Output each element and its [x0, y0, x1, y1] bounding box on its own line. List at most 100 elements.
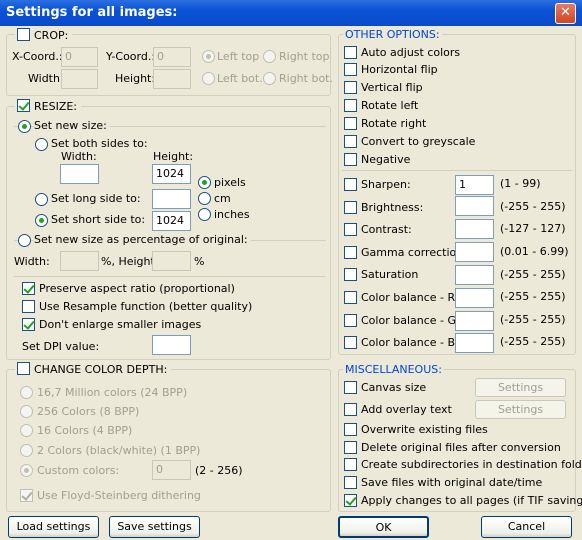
resize-width-label: Width: — [61, 150, 97, 163]
saturation-range: (-255 - 255) — [500, 268, 566, 281]
bpp1-radio[interactable] — [20, 444, 33, 457]
long-side-input[interactable] — [152, 189, 191, 209]
balance-r-checkbox[interactable] — [344, 291, 357, 304]
gamma-checkbox[interactable] — [344, 246, 357, 259]
saturation-label: Saturation — [361, 268, 419, 281]
crop-height-input[interactable] — [153, 69, 191, 89]
short-side-radio[interactable] — [35, 214, 48, 227]
overlay-settings-button[interactable]: Settings — [475, 400, 566, 419]
other-options-divider — [342, 170, 572, 171]
resize-height-input[interactable]: 1024 — [152, 164, 191, 184]
ycoord-input[interactable]: 0 — [153, 47, 191, 67]
save-settings-button[interactable]: Save settings — [109, 516, 200, 538]
xcoord-label: X-Coord.: — [12, 50, 63, 63]
load-settings-button[interactable]: Load settings — [8, 516, 99, 538]
resample-checkbox[interactable] — [22, 300, 35, 313]
long-side-radio[interactable] — [35, 193, 48, 206]
canvas-settings-button[interactable]: Settings — [475, 378, 566, 397]
pct-unit: % — [194, 255, 205, 268]
balance-g-input[interactable] — [455, 311, 494, 331]
custom-colors-input[interactable]: 0 — [152, 460, 191, 480]
custom-colors-radio[interactable] — [20, 464, 33, 477]
dithering-label: Use Floyd-Steinberg dithering — [37, 489, 201, 502]
save-date-label: Save files with original date/time — [361, 476, 543, 489]
vflip-label: Vertical flip — [361, 81, 423, 94]
crop-right-bot-label: Right bot. — [279, 72, 333, 85]
both-sides-label: Set both sides to: — [51, 137, 148, 150]
pct-height-input[interactable] — [152, 251, 191, 271]
pct-height-label: %, Height: — [101, 255, 159, 268]
dithering-checkbox[interactable] — [20, 489, 33, 502]
overwrite-checkbox[interactable] — [344, 423, 357, 436]
resize-legend: RESIZE: — [15, 99, 82, 113]
pixels-radio[interactable] — [198, 176, 211, 189]
resize-options-line — [14, 276, 326, 277]
bpp4-radio[interactable] — [20, 424, 33, 437]
resize-title: RESIZE: — [34, 100, 78, 113]
rotate-left-checkbox[interactable] — [344, 99, 357, 112]
color-depth-checkbox[interactable] — [17, 362, 30, 375]
set-new-size-radio[interactable] — [18, 120, 31, 133]
dpi-input[interactable] — [152, 335, 191, 355]
long-side-label: Set long side to: — [51, 192, 141, 205]
saturation-checkbox[interactable] — [344, 268, 357, 281]
crop-right-top-label: Right top — [279, 50, 330, 63]
balance-b-checkbox[interactable] — [344, 336, 357, 349]
vflip-checkbox[interactable] — [344, 81, 357, 94]
percentage-radio[interactable] — [18, 234, 31, 247]
bpp8-radio[interactable] — [20, 405, 33, 418]
pct-width-input[interactable] — [60, 251, 99, 271]
resample-label: Use Resample function (better quality) — [39, 300, 253, 313]
brightness-checkbox[interactable] — [344, 201, 357, 214]
auto-adjust-checkbox[interactable] — [344, 46, 357, 59]
crop-checkbox[interactable] — [17, 28, 30, 41]
custom-colors-range: (2 - 256) — [195, 464, 243, 477]
sharpen-label: Sharpen: — [361, 178, 411, 191]
contrast-checkbox[interactable] — [344, 223, 357, 236]
gamma-input[interactable] — [455, 242, 494, 262]
canvas-size-checkbox[interactable] — [344, 381, 357, 394]
sharpen-checkbox[interactable] — [344, 178, 357, 191]
crop-width-input[interactable] — [61, 69, 98, 89]
contrast-input[interactable] — [455, 219, 494, 239]
ycoord-label: Y-Coord.: — [106, 50, 156, 63]
preserve-aspect-checkbox[interactable] — [22, 282, 35, 295]
crop-left-bot-radio[interactable] — [202, 72, 215, 85]
apply-all-pages-checkbox[interactable] — [344, 494, 357, 507]
delete-original-checkbox[interactable] — [344, 441, 357, 454]
bpp24-radio[interactable] — [20, 386, 33, 399]
rotate-right-checkbox[interactable] — [344, 117, 357, 130]
cancel-button[interactable]: Cancel — [481, 516, 572, 538]
crop-right-bot-radio[interactable] — [263, 72, 276, 85]
ok-button[interactable]: OK — [338, 516, 429, 538]
both-sides-radio[interactable] — [35, 138, 48, 151]
contrast-range: (-127 - 127) — [500, 222, 566, 235]
save-date-checkbox[interactable] — [344, 476, 357, 489]
hflip-checkbox[interactable] — [344, 63, 357, 76]
negative-checkbox[interactable] — [344, 153, 357, 166]
contrast-label: Contrast: — [361, 223, 412, 236]
resize-width-input[interactable] — [60, 164, 99, 184]
pct-width-label: Width: — [14, 255, 50, 268]
resize-checkbox[interactable] — [17, 99, 30, 112]
balance-b-input[interactable] — [455, 333, 494, 353]
inches-radio[interactable] — [198, 208, 211, 221]
overlay-text-checkbox[interactable] — [344, 403, 357, 416]
close-button[interactable]: ✕ — [555, 3, 576, 24]
cm-label: cm — [214, 192, 231, 205]
balance-r-input[interactable] — [455, 288, 494, 308]
saturation-input[interactable] — [455, 265, 494, 285]
crop-legend: CROP: — [15, 28, 73, 42]
xcoord-input[interactable]: 0 — [61, 47, 98, 67]
balance-g-checkbox[interactable] — [344, 314, 357, 327]
crop-left-top-radio[interactable] — [202, 50, 215, 63]
dont-enlarge-checkbox[interactable] — [22, 318, 35, 331]
create-subdirs-checkbox[interactable] — [344, 458, 357, 471]
crop-right-top-radio[interactable] — [263, 50, 276, 63]
apply-all-pages-label: Apply changes to all pages (if TIF savin… — [361, 494, 582, 507]
cm-radio[interactable] — [198, 192, 211, 205]
short-side-input[interactable]: 1024 — [152, 211, 191, 231]
brightness-input[interactable] — [455, 196, 494, 216]
greyscale-checkbox[interactable] — [344, 135, 357, 148]
sharpen-input[interactable]: 1 — [455, 175, 494, 195]
